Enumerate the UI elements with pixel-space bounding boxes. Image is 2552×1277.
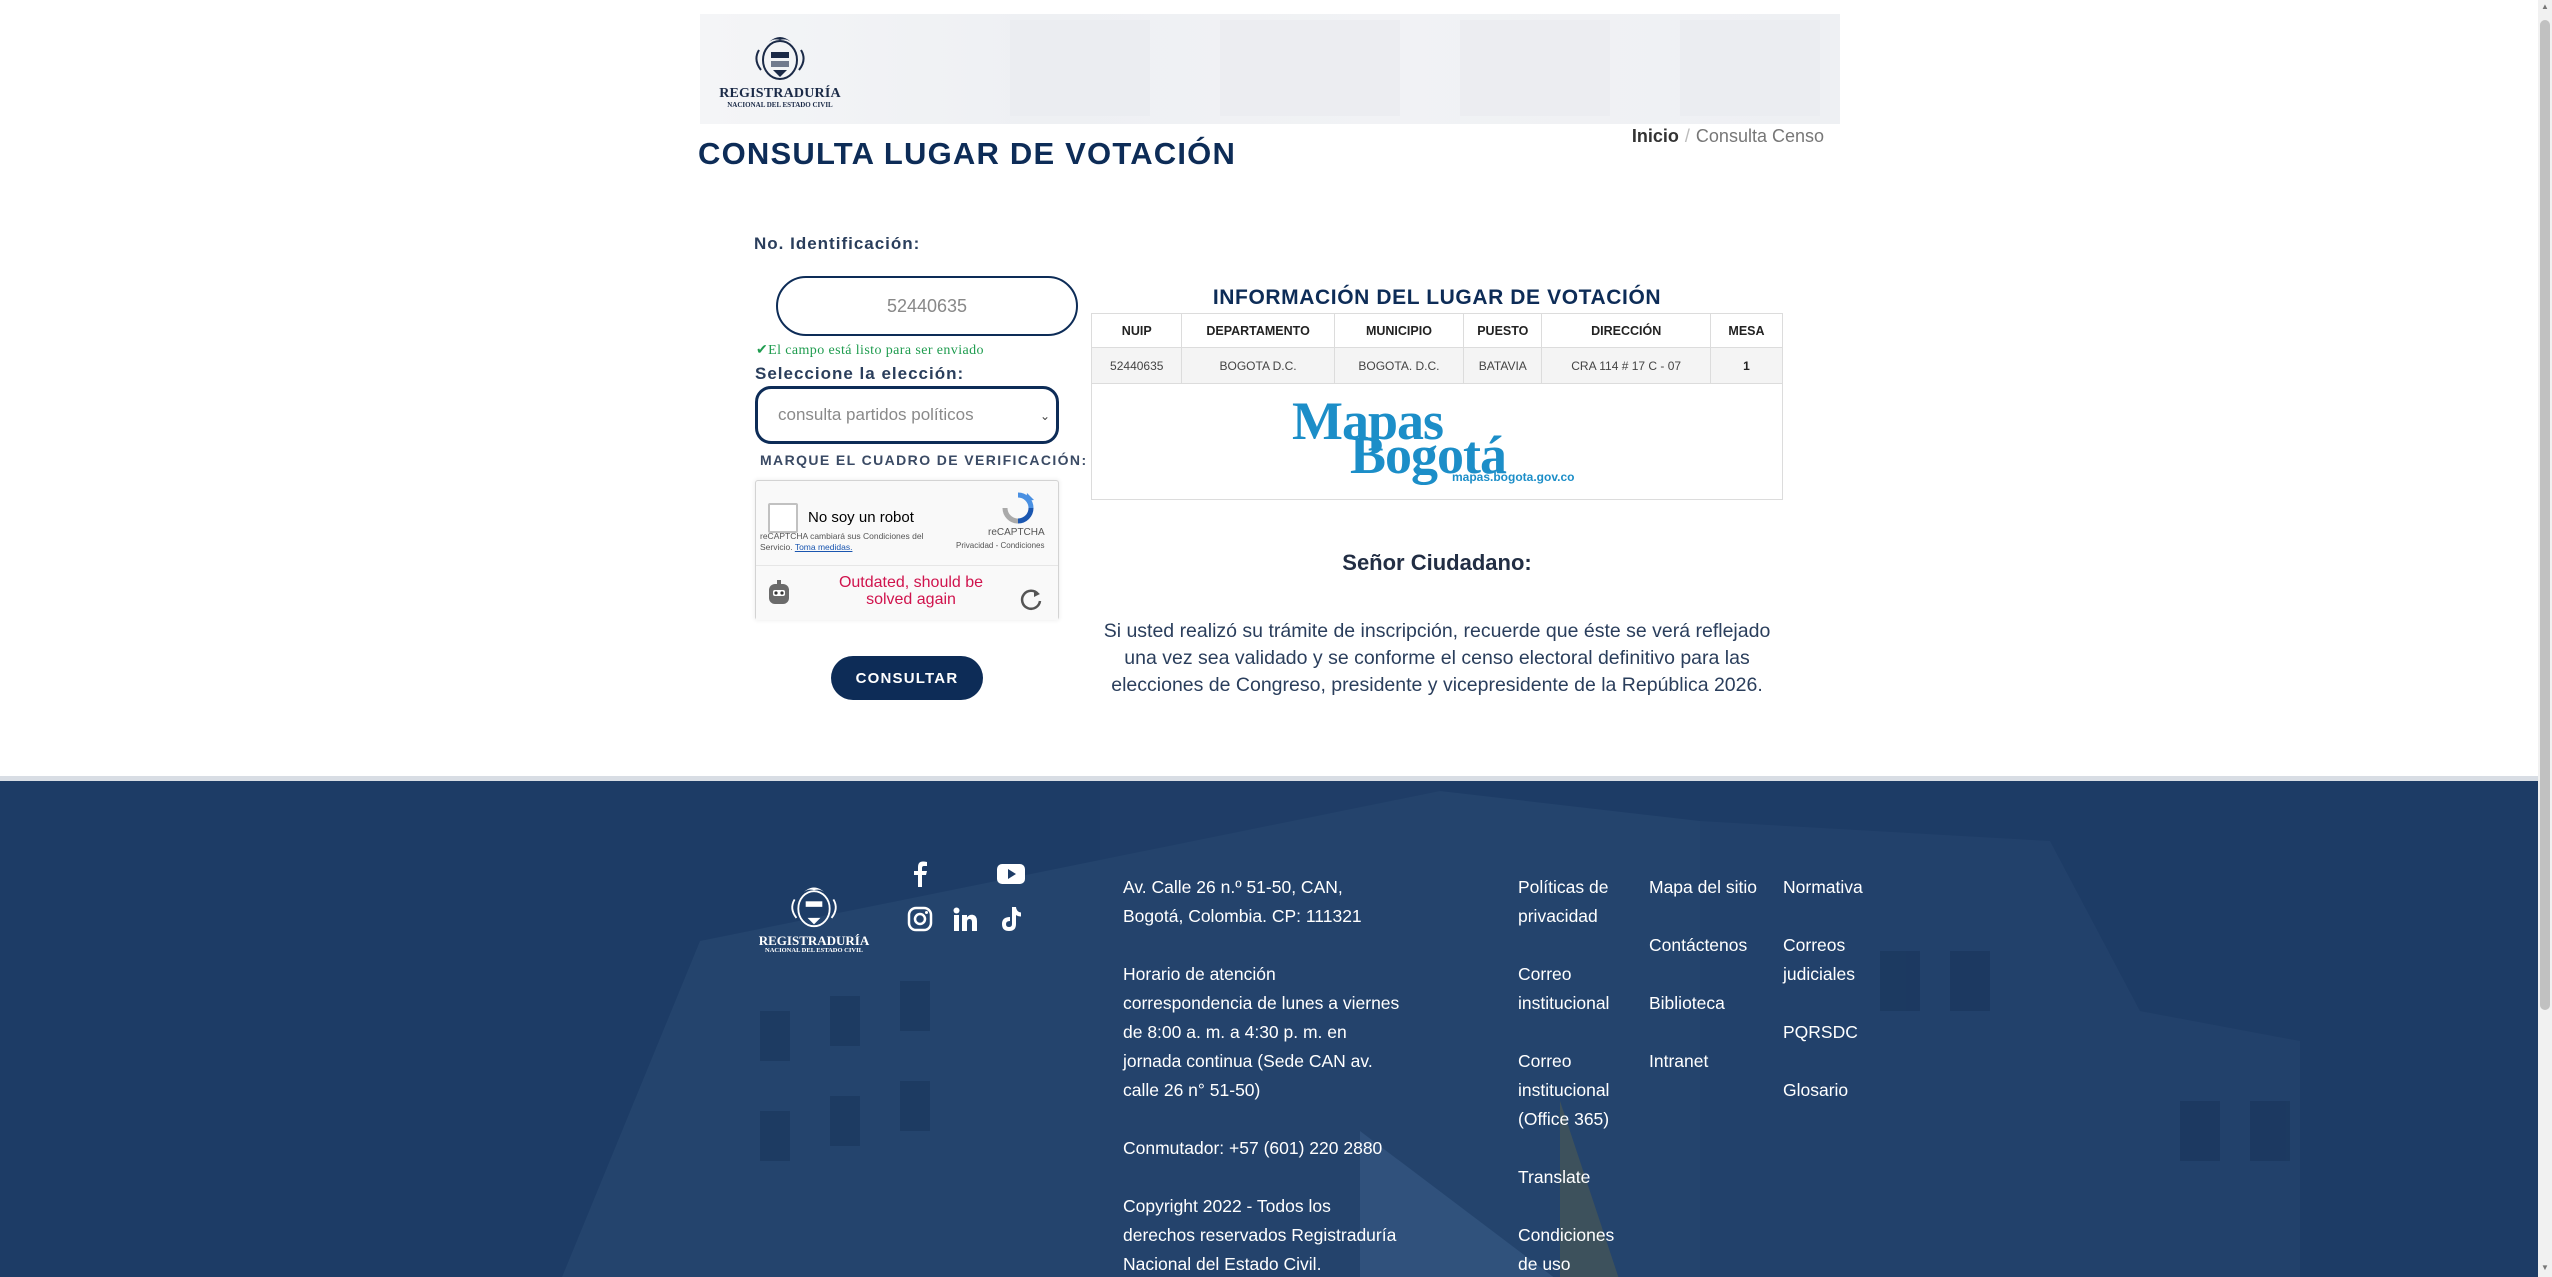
footer-logo-subtitle: NACIONAL DEL ESTADO CIVIL <box>765 947 863 954</box>
table-header-row: NUIP DEPARTAMENTO MUNICIPIO PUESTO DIREC… <box>1090 313 1784 348</box>
chevron-down-icon: ⌄ <box>1039 409 1050 423</box>
footer-links-col2: Mapa del sitio Contáctenos Biblioteca In… <box>1649 873 1759 1105</box>
footer-link-correo[interactable]: Correo institucional <box>1518 960 1638 1018</box>
footer-link-contactenos[interactable]: Contáctenos <box>1649 931 1759 960</box>
registraduria-logo[interactable]: REGISTRADURÍA NACIONAL DEL ESTADO CIVIL <box>718 30 842 110</box>
recaptcha-checkbox[interactable] <box>768 503 798 533</box>
footer: REGISTRADURÍA NACIONAL DEL ESTADO CIVIL … <box>0 776 2538 1277</box>
recaptcha-error-message: Outdated, should be solved again <box>838 574 984 608</box>
footer-link-correo-365[interactable]: Correo institucional (Office 365) <box>1518 1047 1638 1134</box>
column-header: DIRECCIÓN <box>1541 313 1711 348</box>
verify-label: MARQUE EL CUADRO DE VERIFICACIÓN: <box>760 452 1088 468</box>
breadcrumb: Inicio / Consulta Censo <box>1632 126 1824 147</box>
table-row: 52440635 BOGOTA D.C. BOGOTA. D.C. BATAVI… <box>1090 347 1784 384</box>
id-label: No. Identificación: <box>754 234 921 253</box>
cell-direccion: CRA 114 # 17 C - 07 <box>1541 347 1711 384</box>
column-header: MESA <box>1709 313 1784 348</box>
footer-phone: Conmutador: +57 (601) 220 2880 <box>1123 1138 1383 1158</box>
recaptcha-logo-icon <box>1002 492 1034 524</box>
cell-departamento: BOGOTA D.C. <box>1181 347 1335 384</box>
linkedin-icon[interactable] <box>950 904 980 934</box>
validation-message: ✔El campo está listo para ser enviado <box>756 343 984 358</box>
footer-link-biblioteca[interactable]: Biblioteca <box>1649 989 1759 1018</box>
footer-link-normativa[interactable]: Normativa <box>1783 873 1893 902</box>
footer-link-glosario[interactable]: Glosario <box>1783 1076 1893 1105</box>
footer-link-pqrsdc[interactable]: PQRSDC <box>1783 1018 1893 1047</box>
footer-hours: Horario de atención correspondencia de l… <box>1123 964 1400 1100</box>
recaptcha-widget: No soy un robot reCAPTCHA Privacidad - C… <box>755 480 1059 620</box>
youtube-icon[interactable] <box>996 859 1026 889</box>
consultar-button[interactable]: CONSULTAR <box>831 656 983 700</box>
footer-link-privacidad[interactable]: Políticas de privacidad <box>1518 873 1638 931</box>
recaptcha-links[interactable]: Privacidad - Condiciones <box>956 541 1045 550</box>
election-selected-value: consulta partidos políticos <box>778 405 974 424</box>
page: REGISTRADURÍA NACIONAL DEL ESTADO CIVIL … <box>0 0 2552 1277</box>
reload-icon[interactable] <box>1018 586 1044 612</box>
id-input[interactable] <box>776 276 1078 336</box>
recaptcha-terms-link[interactable]: Toma medidas. <box>795 542 853 552</box>
breadcrumb-home[interactable]: Inicio <box>1632 126 1679 146</box>
footer-logo-name: REGISTRADURÍA <box>758 933 870 948</box>
column-header: DEPARTAMENTO <box>1181 313 1335 348</box>
header-banner <box>700 14 1840 124</box>
facebook-icon[interactable] <box>905 859 935 889</box>
cell-nuip: 52440635 <box>1090 347 1183 384</box>
logo-subtitle: NACIONAL DEL ESTADO CIVIL <box>727 101 833 109</box>
footer-link-correos-judiciales[interactable]: Correos judiciales <box>1783 931 1893 989</box>
result-title: INFORMACIÓN DEL LUGAR DE VOTACIÓN <box>1212 286 1662 309</box>
footer-copyright: Copyright 2022 - Todos los derechos rese… <box>1123 1196 1397 1274</box>
scroll-up-icon[interactable]: ▲ <box>2540 2 2550 14</box>
vertical-scrollbar[interactable]: ▲ ▼ <box>2538 0 2552 1277</box>
robot-face-icon <box>769 580 789 604</box>
page-title: CONSULTA LUGAR DE VOTACIÓN <box>698 136 1237 171</box>
recaptcha-label: No soy un robot <box>808 509 914 526</box>
footer-address-block: Av. Calle 26 n.º 51-50, CAN, Bogotá, Col… <box>1123 873 1403 1277</box>
election-label: Seleccione la elección: <box>755 364 965 383</box>
cell-municipio: BOGOTA. D.C. <box>1333 347 1465 384</box>
column-header: MUNICIPIO <box>1333 313 1465 348</box>
mapas-bogota-logo[interactable]: Mapas Bogotá mapas.bogota.gov.co <box>1292 394 1592 488</box>
cell-mesa: 1 <box>1709 347 1784 384</box>
election-select[interactable]: consulta partidos políticos ⌄ <box>755 386 1059 444</box>
coat-of-arms-icon <box>791 887 837 928</box>
tiktok-icon[interactable] <box>996 904 1026 934</box>
column-header: NUIP <box>1090 313 1183 348</box>
instagram-icon[interactable] <box>905 904 935 934</box>
notice-greeting: Señor Ciudadano: <box>1342 550 1532 575</box>
breadcrumb-current: Consulta Censo <box>1695 126 1824 146</box>
footer-links-col3: Normativa Correos judiciales PQRSDC Glos… <box>1783 873 1893 1134</box>
recaptcha-brand: reCAPTCHA <box>988 527 1045 538</box>
recaptcha-terms: reCAPTCHA cambiará sus Condiciones del S… <box>760 531 946 553</box>
breadcrumb-separator: / <box>1684 126 1690 146</box>
result-table: NUIP DEPARTAMENTO MUNICIPIO PUESTO DIREC… <box>1090 313 1784 384</box>
footer-link-mapa-sitio[interactable]: Mapa del sitio <box>1649 873 1759 902</box>
footer-logo[interactable]: REGISTRADURÍA NACIONAL DEL ESTADO CIVIL <box>755 881 873 955</box>
footer-link-translate[interactable]: Translate <box>1518 1163 1638 1192</box>
map-link-cell: Mapas Bogotá mapas.bogota.gov.co <box>1091 384 1783 500</box>
footer-link-condiciones[interactable]: Condiciones de uso <box>1518 1221 1638 1277</box>
cell-puesto: BATAVIA <box>1463 347 1543 384</box>
scrollbar-thumb[interactable] <box>2540 20 2550 1010</box>
logo-name: REGISTRADURÍA <box>719 86 841 101</box>
scroll-down-icon[interactable]: ▼ <box>2540 1263 2550 1275</box>
footer-address: Av. Calle 26 n.º 51-50, CAN, Bogotá, Col… <box>1123 877 1362 926</box>
column-header: PUESTO <box>1463 313 1543 348</box>
footer-links-col1: Políticas de privacidad Correo instituci… <box>1518 873 1638 1277</box>
notice-text: Si usted realizó su trámite de inscripci… <box>1103 620 1771 696</box>
coat-of-arms-icon <box>755 37 805 80</box>
mapas-logo-url: mapas.bogota.gov.co <box>1452 470 1575 484</box>
recaptcha-error-row: Outdated, should be solved again <box>756 565 1058 620</box>
footer-link-intranet[interactable]: Intranet <box>1649 1047 1759 1076</box>
